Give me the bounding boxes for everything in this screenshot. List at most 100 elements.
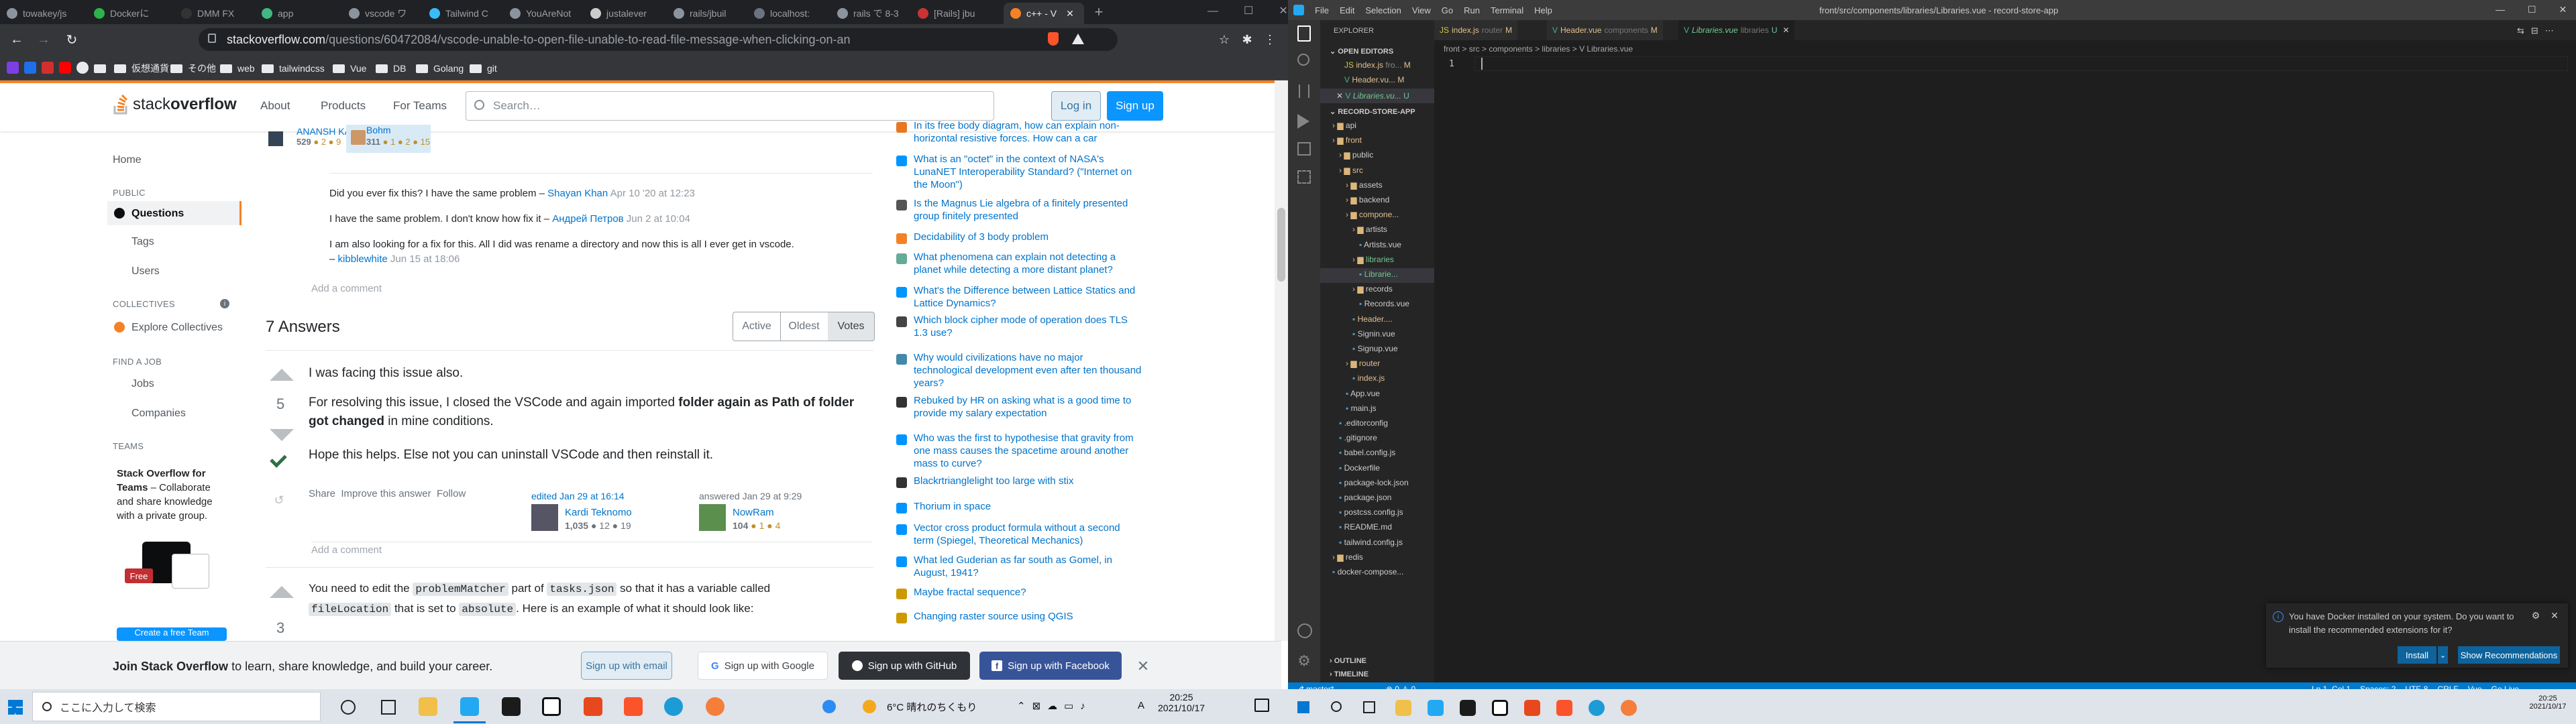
tree-file[interactable]: ▪ tailwind.config.js: [1339, 538, 1403, 547]
hot-question-link[interactable]: In its free body diagram, how can explai…: [914, 119, 1142, 145]
tree-file[interactable]: ▪ Librarie...: [1359, 269, 1398, 279]
add-comment-link[interactable]: Add a comment: [311, 283, 382, 294]
tree-file[interactable]: ▪ Signin.vue: [1352, 329, 1395, 339]
help-icon[interactable]: [822, 700, 836, 713]
notion-icon[interactable]: [1492, 700, 1508, 716]
avatar[interactable]: [531, 504, 558, 531]
follow-link[interactable]: Follow: [437, 488, 466, 499]
create-team-button[interactable]: Create a free Team: [117, 627, 227, 641]
extensions-icon[interactable]: ✱: [1238, 31, 1256, 48]
browser-tab[interactable]: justalever: [590, 3, 674, 24]
menu-view[interactable]: View: [1412, 5, 1431, 15]
browser-tab[interactable]: towakey/js: [7, 3, 89, 24]
nav-about[interactable]: About: [260, 99, 290, 113]
account-icon[interactable]: [1297, 623, 1312, 638]
window-controls[interactable]: —☐✕: [2496, 4, 2576, 15]
back-icon[interactable]: ←: [7, 29, 27, 50]
hot-question-link[interactable]: What's the Difference between Lattice St…: [914, 284, 1142, 310]
sort-active[interactable]: Active: [733, 312, 781, 341]
sort-votes[interactable]: Votes: [828, 312, 875, 341]
close-tab-icon[interactable]: ✕: [1782, 25, 1789, 35]
editor-actions[interactable]: ⇆⊟⋯: [2517, 25, 2561, 36]
search-icon[interactable]: [1297, 54, 1309, 66]
tree-file[interactable]: ▪ .editorconfig: [1339, 418, 1388, 428]
app-icon[interactable]: [1524, 700, 1540, 716]
hot-question-link[interactable]: What is an "octet" in the context of NAS…: [914, 153, 1142, 191]
improve-link[interactable]: Improve this answer: [341, 488, 431, 499]
browser-tab[interactable]: localhost:: [754, 3, 837, 24]
hot-question-link[interactable]: Maybe fractal sequence?: [914, 586, 1142, 599]
open-editor-item[interactable]: ✕ V Libraries.vu... U: [1336, 91, 1409, 101]
browser-tab[interactable]: DMM FX: [181, 3, 263, 24]
so-search-input[interactable]: Search…: [466, 91, 994, 121]
tree-folder[interactable]: › ▆ artists: [1352, 225, 1387, 234]
bookmark-star-icon[interactable]: ☆: [1216, 31, 1233, 48]
browser-tab[interactable]: Tailwind C: [429, 3, 506, 24]
tree-folder[interactable]: › ▆ libraries: [1352, 255, 1394, 264]
brave-icon[interactable]: [1556, 700, 1572, 716]
hot-question-link[interactable]: Changing raster source using QGIS: [914, 610, 1142, 623]
hot-question-link[interactable]: Vector cross product formula without a s…: [914, 522, 1142, 547]
app-icon[interactable]: [664, 697, 683, 716]
bookmark-folder[interactable]: web: [220, 60, 255, 76]
tree-folder[interactable]: › ▆ public: [1339, 150, 1373, 160]
hot-question-link[interactable]: Who was the first to hypothesise that gr…: [914, 432, 1142, 470]
show-recommendations-button[interactable]: Show Recommendations: [2458, 646, 2560, 664]
user-link[interactable]: Kardi Teknomo: [565, 507, 632, 518]
explorer-icon[interactable]: [1297, 25, 1311, 42]
menu-icon[interactable]: ⋮: [1261, 31, 1279, 48]
comment-user-link[interactable]: Shayan Khan: [547, 188, 608, 199]
weather-text[interactable]: 6°C 晴れのちくもり: [887, 700, 977, 714]
hot-question-link[interactable]: What led Guderian as far south as Gomel,…: [914, 554, 1142, 579]
notifications-icon[interactable]: [1254, 699, 1269, 712]
tree-folder[interactable]: › ▆ src: [1339, 166, 1363, 175]
menu-run[interactable]: Run: [1464, 5, 1480, 15]
open-editor-item[interactable]: JS index.js fro... M: [1344, 60, 1411, 70]
browser-tab[interactable]: rails/jbuil: [674, 3, 754, 24]
tree-file[interactable]: ▪ README.md: [1339, 522, 1392, 532]
edited-link[interactable]: edited Jan 29 at 16:14: [531, 491, 625, 501]
tree-folder[interactable]: › ▆ backend: [1346, 195, 1389, 204]
vscode-taskbar-icon[interactable]: [460, 697, 479, 716]
share-link[interactable]: Share: [309, 488, 335, 499]
comment-user-link[interactable]: kibblewhite: [338, 253, 388, 265]
hot-question-link[interactable]: Rebuked by HR on asking what is a good t…: [914, 394, 1142, 420]
menu-terminal[interactable]: Terminal: [1491, 5, 1523, 15]
task-view-icon[interactable]: [1363, 701, 1375, 713]
terminal-icon[interactable]: [1460, 700, 1476, 716]
bookmark-favicon-icon[interactable]: [42, 62, 54, 74]
terminal-icon[interactable]: [502, 697, 521, 716]
hot-question-link[interactable]: Which block cipher mode of operation doe…: [914, 314, 1142, 339]
add-comment-link[interactable]: Add a comment: [311, 544, 382, 556]
tree-file[interactable]: ▪ docker-compose...: [1332, 567, 1403, 577]
app-icon[interactable]: [1621, 700, 1637, 716]
browser-tab[interactable]: Dockerに: [94, 3, 176, 24]
bookmark-folder[interactable]: tailwindcss: [262, 60, 325, 76]
tree-file[interactable]: ▪ index.js: [1352, 373, 1385, 383]
browser-tab[interactable]: rails で 8-3: [837, 3, 918, 24]
menu-edit[interactable]: Edit: [1340, 5, 1354, 15]
sort-oldest[interactable]: Oldest: [780, 312, 828, 341]
file-explorer-icon[interactable]: [419, 697, 437, 716]
editor-current-line[interactable]: [1474, 56, 2568, 71]
user-link[interactable]: Bohm: [366, 125, 391, 135]
brave-icon[interactable]: [624, 697, 643, 716]
gear-icon[interactable]: ⚙: [2530, 610, 2541, 621]
tree-file[interactable]: ▪ Signup.vue: [1352, 344, 1398, 353]
github-icon[interactable]: [76, 62, 89, 74]
clock[interactable]: 20:25 2021/10/17: [1158, 692, 1205, 713]
tray-icons[interactable]: ⌃⊠☁▭♪: [1017, 700, 1092, 712]
tree-file[interactable]: ▪ package.json: [1339, 493, 1391, 502]
signup-button[interactable]: Sign up: [1107, 91, 1163, 121]
downvote-button[interactable]: [270, 429, 294, 441]
bookmark-folder[interactable]: 仮想通貨: [114, 60, 169, 76]
app-icon[interactable]: [584, 697, 602, 716]
hot-question-link[interactable]: Decidability of 3 body problem: [914, 231, 1142, 243]
clock[interactable]: 20:25 2021/10/17: [2528, 695, 2568, 711]
taskbar-search[interactable]: ここに入力して検索: [32, 692, 321, 721]
bookmark-favicon-icon[interactable]: [7, 62, 19, 74]
page-scrollbar[interactable]: [1275, 80, 1288, 641]
tree-file[interactable]: ▪ Records.vue: [1359, 299, 1409, 308]
forward-icon[interactable]: →: [34, 29, 54, 50]
bookmark-folder[interactable]: その他: [170, 60, 216, 76]
